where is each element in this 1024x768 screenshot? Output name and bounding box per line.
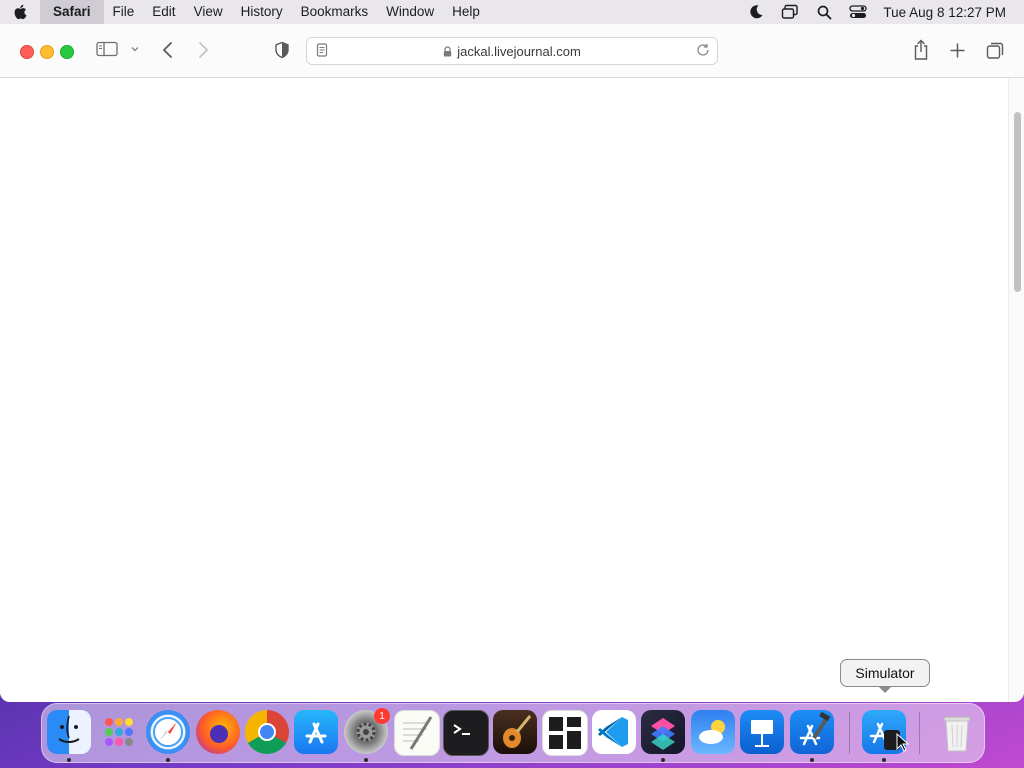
browser-toolbar: jackal.livejournal.com [0,24,1024,78]
vscode-icon[interactable] [592,710,636,754]
safari-window: jackal.livejournal.com [0,24,1024,702]
firefox-icon[interactable] [196,710,240,754]
back-button[interactable] [161,41,175,59]
shortcuts-icon[interactable] [641,710,685,754]
web-content-area[interactable] [0,78,1008,702]
safari-icon[interactable] [146,710,190,754]
sidebar-toggle-icon[interactable] [96,41,118,57]
reload-icon[interactable] [695,42,711,61]
xcode-icon[interactable] [790,710,834,754]
running-indicator [882,758,886,762]
dock-tooltip: Simulator [840,659,930,693]
share-icon[interactable] [912,39,930,61]
chrome-icon[interactable] [245,710,289,754]
menu-window[interactable]: Window [377,0,443,24]
menu-edit[interactable]: Edit [143,0,184,24]
menu-help[interactable]: Help [443,0,489,24]
forward-button[interactable] [196,41,210,59]
menu-file[interactable]: File [104,0,144,24]
running-indicator [364,758,368,762]
running-indicator [67,758,71,762]
close-window-button[interactable] [20,45,34,59]
dock-separator [849,712,850,754]
garageband-icon[interactable] [493,710,537,754]
finder-icon[interactable] [47,710,91,754]
privacy-shield-icon[interactable] [274,41,290,59]
notification-badge: 1 [374,708,390,724]
vertical-scrollbar[interactable] [1008,78,1024,702]
running-indicator [810,758,814,762]
moon-icon[interactable] [739,4,773,20]
weather-icon[interactable] [691,710,735,754]
zoom-window-button[interactable] [60,45,74,59]
menu-bookmarks[interactable]: Bookmarks [292,0,378,24]
menu-history[interactable]: History [232,0,292,24]
launchpad-icon[interactable] [97,710,141,754]
menu-app-name[interactable]: Safari [40,0,104,24]
scrollbar-thumb[interactable] [1014,112,1021,292]
dock-separator [919,712,920,754]
control-center-icon[interactable] [841,5,875,19]
chevron-down-icon[interactable] [130,45,140,53]
tab-overview-icon[interactable] [986,41,1005,60]
apple-menu-icon[interactable] [0,0,40,24]
app-store-icon[interactable] [294,710,338,754]
textedit-icon[interactable] [394,710,440,756]
trash-icon[interactable] [935,710,979,754]
minimize-window-button[interactable] [40,45,54,59]
running-indicator [661,758,665,762]
terminal-icon[interactable] [443,710,489,756]
screen-mirroring-icon[interactable] [773,4,807,20]
reader-view-icon[interactable] [316,43,328,60]
running-indicator [166,758,170,762]
address-bar[interactable]: jackal.livejournal.com [306,37,718,65]
url-text: jackal.livejournal.com [457,43,581,59]
menu-clock[interactable]: Tue Aug 8 12:27 PM [875,5,1024,20]
lock-icon [443,45,452,57]
tableplus-icon[interactable] [542,710,588,756]
dock: 1 [41,703,985,763]
menu-bar: Safari File Edit View History Bookmarks … [0,0,1024,24]
new-tab-icon[interactable] [949,42,966,59]
spotlight-search-icon[interactable] [807,5,841,20]
menu-view[interactable]: View [185,0,232,24]
keynote-icon[interactable] [740,710,784,754]
mouse-cursor-icon [896,732,910,758]
